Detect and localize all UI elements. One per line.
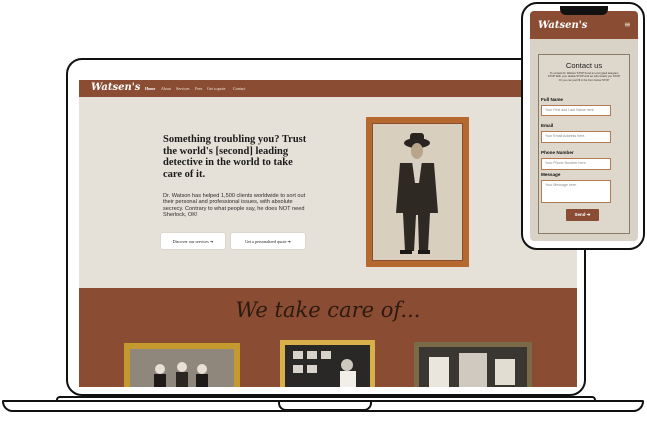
message-label: Message <box>541 172 561 177</box>
contact-intro: To contact Dr. Watson STOP Send an encry… <box>547 72 621 82</box>
nav-contact[interactable]: Contact <box>233 86 245 91</box>
family-photo <box>130 349 234 387</box>
email-label: Email <box>541 123 554 128</box>
phone-notch <box>560 6 608 15</box>
contact-form-card: Contact us To contact Dr. Watson STOP Se… <box>538 54 630 234</box>
send-button[interactable]: Send ➔ <box>566 209 599 221</box>
desktop-navbar: Watsen's Home About Services Fees Get a … <box>79 80 577 97</box>
mobile-logo[interactable]: Watsen's <box>538 20 587 31</box>
site-logo[interactable]: Watsen's <box>91 82 140 93</box>
quote-button[interactable]: Get a personalized quote ➔ <box>231 233 305 249</box>
nav-quote[interactable]: Get a quote <box>207 86 225 91</box>
contact-title: Contact us <box>565 61 603 70</box>
nav-fees[interactable]: Fees <box>195 86 202 91</box>
nav-services[interactable]: Services <box>176 86 190 91</box>
mobile-navbar: Watsen's ≡ <box>530 11 638 39</box>
email-input[interactable]: Your Email Address here. <box>541 131 611 143</box>
desktop-site: Watsen's Home About Services Fees Get a … <box>79 80 577 387</box>
nav-about[interactable]: About <box>161 86 171 91</box>
laptop-notch <box>278 402 372 411</box>
hero-text: Dr. Watson has helped 1,500 clients worl… <box>163 193 306 219</box>
hero-title: Something troubling you? Trust the world… <box>163 134 307 180</box>
nav-home[interactable]: Home <box>145 86 155 91</box>
phone-label: Phone Number <box>541 150 574 155</box>
message-textarea[interactable]: Your Message here. <box>541 180 611 203</box>
detective-portrait-frame <box>366 117 469 267</box>
services-heading: We take care of... <box>235 298 421 322</box>
switchboard-photo <box>285 345 370 387</box>
service-photo-street <box>414 342 532 387</box>
fullname-input[interactable]: Your First and Last Name here. <box>541 105 611 116</box>
detective-portrait <box>371 122 464 262</box>
service-photo-switchboard <box>280 340 375 387</box>
fullname-label: Full Name <box>541 97 563 102</box>
street-photo <box>419 347 527 387</box>
service-photo-family <box>124 343 240 387</box>
mobile-site: Watsen's ≡ Contact us To contact Dr. Wat… <box>530 11 638 241</box>
discover-services-button[interactable]: Discover our services ➔ <box>161 233 225 249</box>
hamburger-menu-icon[interactable]: ≡ <box>624 20 631 29</box>
phone-input[interactable]: Your Phone Number here. <box>541 158 611 170</box>
